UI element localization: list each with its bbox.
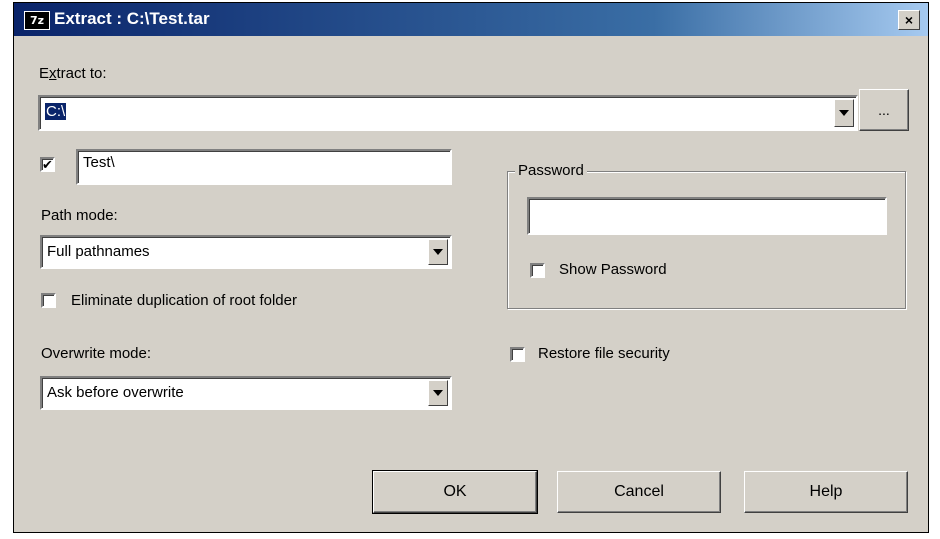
- eliminate-duplication-checkbox[interactable]: [41, 293, 56, 308]
- path-mode-label: Path mode:: [41, 207, 118, 224]
- browse-button[interactable]: ...: [859, 89, 909, 131]
- extract-to-label: Extract to:: [39, 65, 107, 82]
- eliminate-duplication-label: Eliminate duplication of root folder: [71, 292, 297, 309]
- ok-button[interactable]: OK: [372, 470, 538, 514]
- subfolder-checkbox[interactable]: ✔: [40, 157, 55, 172]
- path-mode-select[interactable]: Full pathnames: [40, 235, 452, 269]
- restore-security-label: Restore file security: [538, 345, 670, 362]
- close-icon: ×: [904, 12, 914, 28]
- overwrite-mode-label: Overwrite mode:: [41, 345, 152, 362]
- cancel-button[interactable]: Cancel: [557, 471, 721, 513]
- restore-security-checkbox[interactable]: [510, 347, 525, 362]
- extract-to-combobox[interactable]: C:\: [38, 95, 858, 131]
- chevron-down-icon: [839, 110, 849, 116]
- password-input[interactable]: [527, 197, 887, 235]
- subfolder-name-value: Test\: [83, 154, 115, 171]
- chevron-down-icon: [433, 390, 443, 396]
- extract-to-value: C:\: [43, 102, 68, 121]
- extract-dialog: 7z Extract : C:\Test.tar × Extract to: C…: [13, 2, 929, 533]
- window-title: Extract : C:\Test.tar: [54, 9, 210, 28]
- path-mode-value: Full pathnames: [47, 243, 150, 260]
- chevron-down-icon: [433, 249, 443, 255]
- show-password-label: Show Password: [559, 261, 667, 278]
- close-button[interactable]: ×: [898, 10, 920, 30]
- subfolder-name-input[interactable]: Test\: [76, 149, 452, 185]
- password-groupbox: Password Show Password: [507, 162, 906, 309]
- help-button[interactable]: Help: [744, 471, 908, 513]
- overwrite-mode-value: Ask before overwrite: [47, 384, 184, 401]
- checkmark-icon: ✔: [42, 157, 53, 172]
- extract-to-dropdown-button[interactable]: [834, 99, 854, 127]
- title-bar[interactable]: 7z Extract : C:\Test.tar ×: [14, 3, 928, 36]
- 7zip-app-icon: 7z: [24, 11, 50, 30]
- show-password-checkbox[interactable]: [530, 263, 545, 278]
- overwrite-mode-select[interactable]: Ask before overwrite: [40, 376, 452, 410]
- overwrite-mode-dropdown-button[interactable]: [428, 380, 448, 406]
- path-mode-dropdown-button[interactable]: [428, 239, 448, 265]
- password-group-label: Password: [515, 162, 587, 179]
